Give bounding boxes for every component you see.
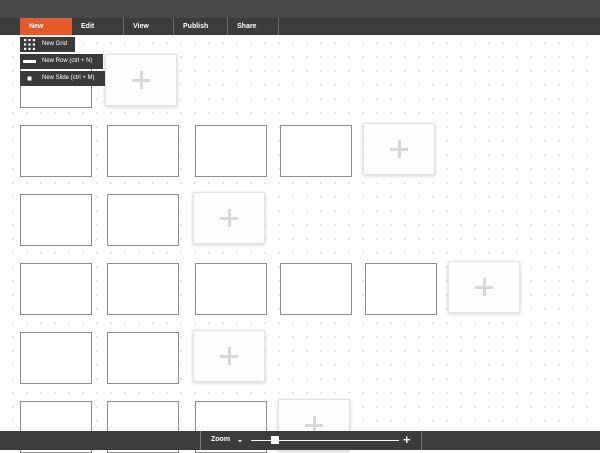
grid-icon — [22, 37, 37, 52]
add-slide-button[interactable] — [448, 261, 520, 313]
row-icon — [22, 54, 37, 69]
new-slide-label: New Slide (ctrl + M) — [42, 75, 95, 81]
zoom-control: Zoom - + — [200, 431, 422, 450]
menu-share[interactable]: Share — [228, 18, 279, 35]
add-slide-button[interactable] — [105, 54, 177, 106]
slide-thumbnail[interactable] — [365, 263, 437, 315]
slide-thumbnail[interactable] — [107, 194, 179, 246]
new-slide-item[interactable]: New Slide (ctrl + M) — [20, 71, 105, 86]
add-slide-button[interactable] — [363, 123, 435, 175]
menu-new[interactable]: New — [20, 18, 72, 35]
slide-thumbnail[interactable] — [195, 125, 267, 177]
slide-thumbnail[interactable] — [280, 125, 352, 177]
zoom-out-button[interactable]: - — [238, 431, 242, 449]
slide-thumbnail[interactable] — [107, 332, 179, 384]
title-bar — [0, 0, 600, 18]
slide-icon — [22, 71, 37, 86]
plus-icon — [390, 140, 408, 158]
plus-icon — [132, 71, 150, 89]
slide-thumbnail[interactable] — [107, 125, 179, 177]
slide-thumbnail[interactable] — [20, 125, 92, 177]
menu-publish[interactable]: Publish — [174, 18, 228, 35]
new-grid-label: New Grid — [42, 41, 68, 47]
new-row-item[interactable]: New Row (ctrl + N) — [20, 54, 103, 69]
menu-bar: New Edit View Publish Share — [0, 18, 600, 35]
menu-view[interactable]: View — [124, 18, 174, 35]
slide-thumbnail[interactable] — [20, 332, 92, 384]
plus-icon — [220, 209, 238, 227]
zoom-label: Zoom — [211, 436, 231, 443]
zoom-slider-thumb[interactable] — [270, 436, 279, 444]
zoom-in-button[interactable]: + — [403, 431, 411, 449]
slide-thumbnail[interactable] — [195, 263, 267, 315]
slide-thumbnail[interactable] — [280, 263, 352, 315]
plus-icon — [220, 347, 238, 365]
slide-thumbnail[interactable] — [20, 194, 92, 246]
slide-thumbnail[interactable] — [20, 263, 92, 315]
bottom-bar: Zoom - + — [0, 431, 600, 450]
add-slide-button[interactable] — [193, 192, 265, 244]
new-grid-item[interactable]: New Grid — [20, 37, 75, 52]
add-slide-button[interactable] — [193, 330, 265, 382]
new-row-label: New Row (ctrl + N) — [42, 58, 93, 64]
slide-thumbnail[interactable] — [107, 263, 179, 315]
plus-icon — [475, 278, 493, 296]
menu-edit[interactable]: Edit — [72, 18, 124, 35]
